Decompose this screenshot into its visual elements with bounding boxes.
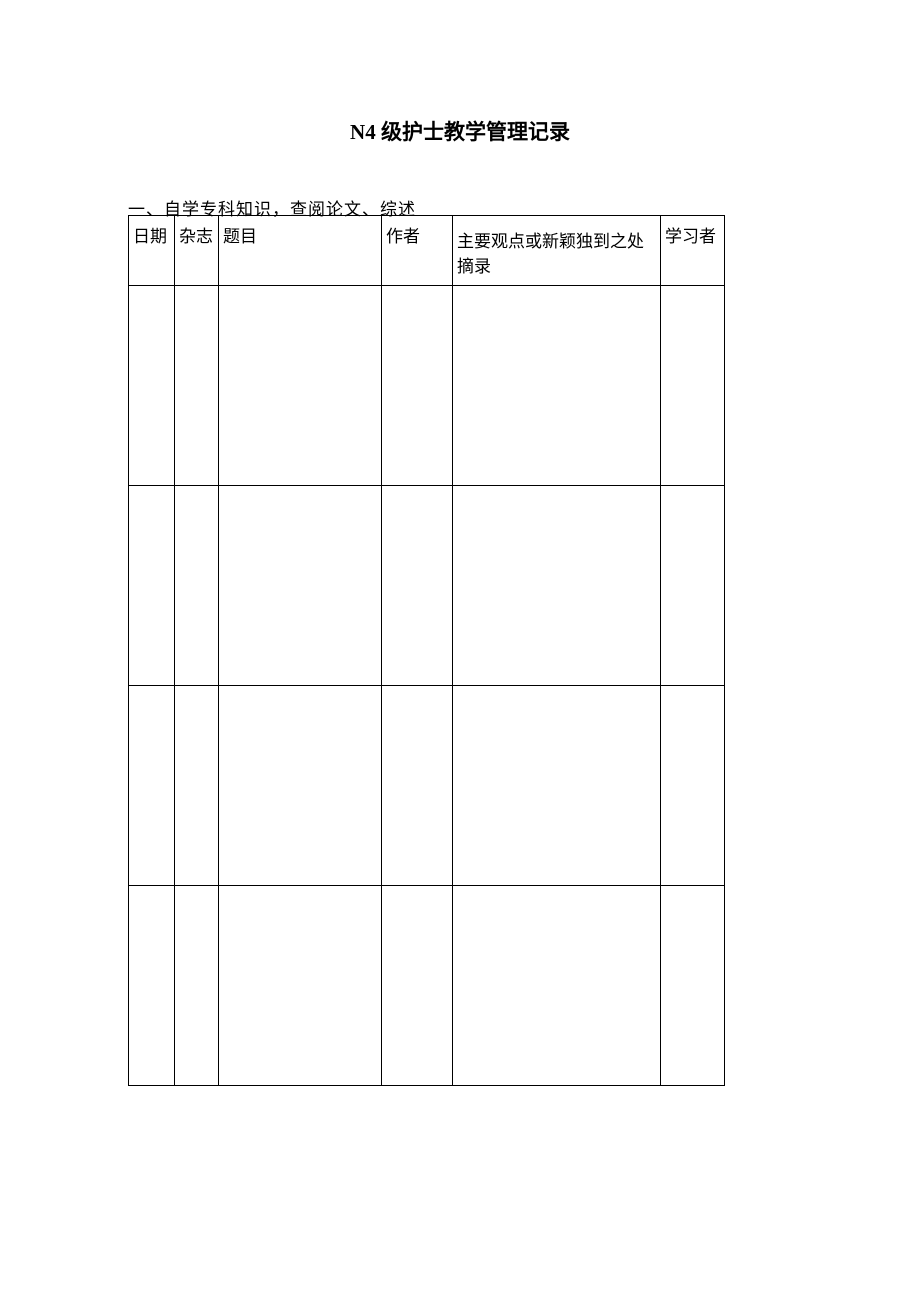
table-row [129, 886, 725, 1086]
table-row [129, 686, 725, 886]
header-title: 题目 [219, 216, 382, 286]
cell-date [129, 286, 175, 486]
cell-learner [661, 886, 725, 1086]
record-table: 日期 杂志 题目 作者 主要观点或新颖独到之处摘录 学习者 [128, 215, 725, 1086]
cell-learner [661, 686, 725, 886]
title-prefix: N4 [350, 120, 376, 144]
cell-journal [175, 486, 219, 686]
header-author: 作者 [382, 216, 453, 286]
cell-author [382, 486, 453, 686]
cell-title [219, 886, 382, 1086]
table-header-row: 日期 杂志 题目 作者 主要观点或新颖独到之处摘录 学习者 [129, 216, 725, 286]
header-journal: 杂志 [175, 216, 219, 286]
cell-journal [175, 286, 219, 486]
cell-title [219, 486, 382, 686]
cell-journal [175, 686, 219, 886]
header-date: 日期 [129, 216, 175, 286]
table-row [129, 486, 725, 686]
title-main: 级护士教学管理记录 [376, 120, 570, 144]
cell-date [129, 686, 175, 886]
page-title: N4 级护士教学管理记录 [0, 116, 920, 146]
header-learner: 学习者 [661, 216, 725, 286]
cell-title [219, 686, 382, 886]
cell-learner [661, 286, 725, 486]
cell-learner [661, 486, 725, 686]
cell-author [382, 686, 453, 886]
cell-summary [453, 286, 661, 486]
cell-date [129, 886, 175, 1086]
cell-author [382, 286, 453, 486]
cell-title [219, 286, 382, 486]
table-row [129, 286, 725, 486]
cell-summary [453, 886, 661, 1086]
cell-journal [175, 886, 219, 1086]
cell-summary [453, 686, 661, 886]
cell-summary [453, 486, 661, 686]
cell-author [382, 886, 453, 1086]
cell-date [129, 486, 175, 686]
header-summary: 主要观点或新颖独到之处摘录 [453, 216, 661, 286]
